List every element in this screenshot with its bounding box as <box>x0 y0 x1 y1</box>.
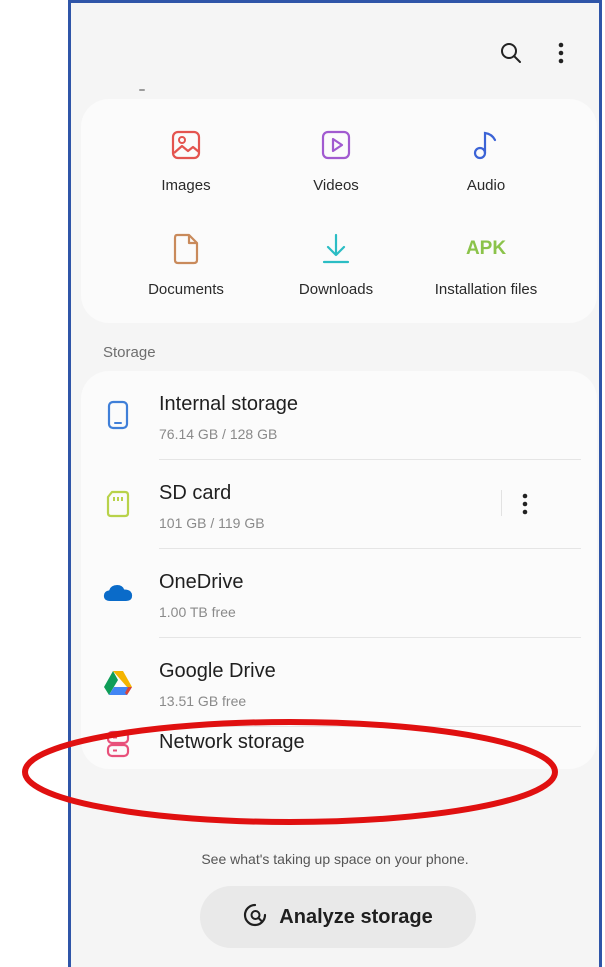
category-audio[interactable]: Audio <box>411 125 561 194</box>
storage-item-title: Google Drive <box>159 660 276 682</box>
storage-item-title: Network storage <box>159 731 305 753</box>
storage-item-sd-card[interactable]: SD card 101 GB / 119 GB <box>81 460 597 549</box>
more-options-icon[interactable] <box>547 39 575 67</box>
music-note-icon <box>466 125 506 165</box>
phone-screen: Images Videos Audio Documents Downloads <box>68 0 602 967</box>
analyze-storage-button[interactable]: Analyze storage <box>200 886 476 948</box>
category-videos[interactable]: Videos <box>261 125 411 194</box>
vertical-separator <box>501 490 502 516</box>
storage-item-subtitle: 13.51 GB free <box>159 693 247 709</box>
storage-item-title: SD card <box>159 482 232 504</box>
category-label: Audio <box>466 177 506 194</box>
google-drive-icon <box>103 665 133 699</box>
storage-item-subtitle: 101 GB / 119 GB <box>159 515 265 531</box>
categories-card: Images Videos Audio Documents Downloads <box>81 99 597 323</box>
storage-item-network[interactable]: Network storage <box>81 727 597 769</box>
storage-item-internal[interactable]: Internal storage 76.14 GB / 128 GB <box>81 371 597 460</box>
storage-item-onedrive[interactable]: OneDrive 1.00 TB free <box>81 549 597 638</box>
category-label: Installation files <box>434 281 538 298</box>
analyze-icon <box>243 903 267 932</box>
storage-section-label: Storage <box>103 344 156 361</box>
category-downloads[interactable]: Downloads <box>261 229 411 298</box>
storage-item-title: OneDrive <box>159 571 244 593</box>
section-header-remnant <box>139 89 145 91</box>
apk-icon: APK <box>465 238 507 259</box>
phone-icon <box>103 398 133 432</box>
category-documents[interactable]: Documents <box>111 229 261 298</box>
storage-item-title: Internal storage <box>159 393 298 415</box>
download-icon <box>316 229 356 269</box>
category-label: Downloads <box>298 281 374 298</box>
search-icon[interactable] <box>497 39 525 67</box>
analyze-storage-label: Analyze storage <box>279 905 433 928</box>
category-label: Documents <box>148 281 224 298</box>
storage-hint-text: See what's taking up space on your phone… <box>201 851 469 867</box>
image-icon <box>166 125 206 165</box>
category-images[interactable]: Images <box>111 125 261 194</box>
storage-card: Internal storage 76.14 GB / 128 GB SD ca… <box>81 371 597 769</box>
top-app-bar <box>71 33 599 73</box>
category-label: Images <box>161 177 211 194</box>
storage-item-google-drive[interactable]: Google Drive 13.51 GB free <box>81 638 597 727</box>
sd-card-more-icon[interactable] <box>513 490 537 518</box>
video-icon <box>316 125 356 165</box>
category-installation-files[interactable]: APK Installation files <box>411 229 561 298</box>
sd-card-icon <box>103 487 133 521</box>
storage-item-subtitle: 1.00 TB free <box>159 604 236 620</box>
category-label: Videos <box>313 177 359 194</box>
document-icon <box>166 229 206 269</box>
storage-item-subtitle: 76.14 GB / 128 GB <box>159 426 278 442</box>
network-storage-icon <box>103 727 133 761</box>
onedrive-icon <box>103 576 133 610</box>
